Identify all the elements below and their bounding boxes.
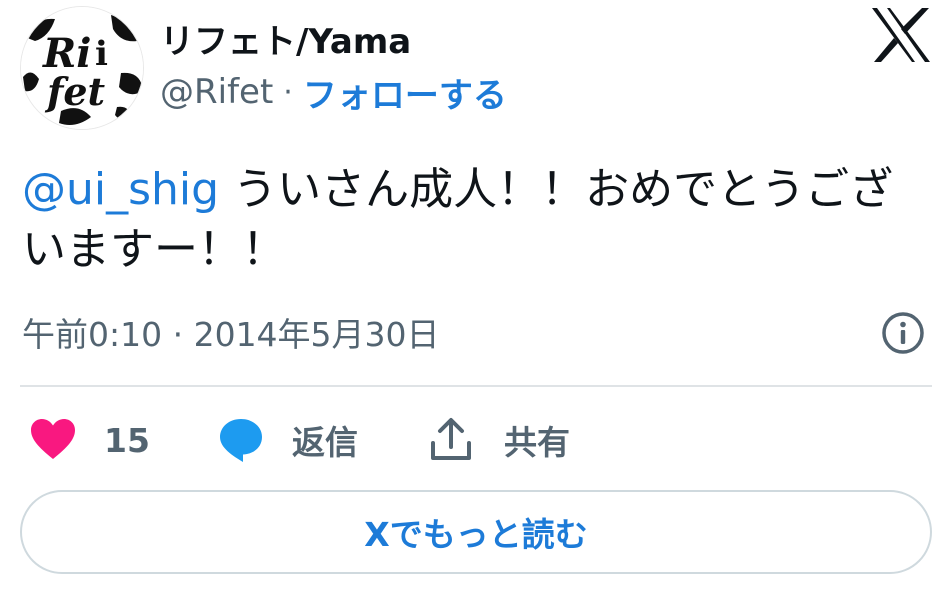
- svg-text:i: i: [95, 34, 108, 74]
- mention-link[interactable]: @ui_shig: [22, 164, 219, 215]
- tweet-timestamp[interactable]: 午前0:10 · 2014年5月30日: [22, 308, 440, 356]
- share-label: 共有: [504, 423, 570, 462]
- like-count: 15: [104, 420, 150, 460]
- info-icon[interactable]: [880, 310, 926, 356]
- read-more-button[interactable]: Xでもっと読む: [20, 490, 932, 574]
- author-handle[interactable]: @Rifet: [160, 72, 273, 112]
- like-button[interactable]: 15: [28, 410, 150, 470]
- heart-icon: [31, 419, 75, 459]
- svg-text:fet: fet: [44, 69, 106, 114]
- embedded-tweet-card: Ri i fet リフェト/Yama @Rifet · フォローする @ui_s…: [0, 0, 948, 596]
- rifet-avatar-icon: Ri i fet: [21, 7, 143, 129]
- follow-button[interactable]: フォローする: [303, 68, 507, 117]
- divider: [20, 385, 932, 387]
- tweet-text: @ui_shig ういさん成人！！おめでとうございますー！！: [22, 160, 932, 280]
- share-upload-icon: [431, 418, 471, 460]
- reply-bubble-icon: [220, 419, 262, 462]
- x-logo-icon[interactable]: [870, 6, 932, 64]
- author-avatar[interactable]: Ri i fet: [20, 6, 144, 130]
- separator-dot: ·: [283, 74, 293, 110]
- reply-button[interactable]: 返信: [216, 410, 358, 470]
- share-button[interactable]: 共有: [426, 410, 570, 470]
- reply-label: 返信: [292, 423, 358, 462]
- author-handle-row: @Rifet · フォローする: [160, 68, 507, 117]
- author-display-name[interactable]: リフェト/Yama: [160, 14, 411, 63]
